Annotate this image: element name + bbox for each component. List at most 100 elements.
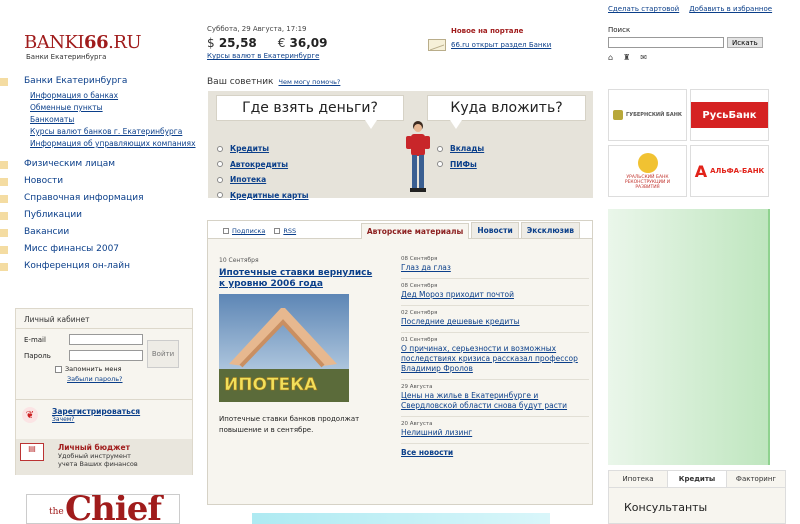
portal-news-item[interactable]: 66.ru открыт раздел Банки	[428, 39, 551, 51]
rss-option[interactable]: RSS	[274, 227, 296, 235]
eur-rate: 36,09	[289, 36, 328, 50]
subscribe-option[interactable]: Подписка	[223, 227, 265, 235]
question-bubble-right: Куда вложить?	[427, 95, 586, 129]
advisor-left-list: Кредиты Автокредиты Ипотека Кредитные ка…	[217, 141, 309, 203]
budget-book-icon: ▤	[20, 443, 44, 461]
article-link[interactable]: Цены на жилье в Екатеринбурге и Свердлов…	[401, 391, 589, 411]
tab-credits[interactable]: Кредиты	[667, 471, 727, 487]
featured-article: 10 Сентября Ипотечные ставки вернулись к…	[219, 257, 379, 436]
rates-link[interactable]: Курсы валют в Екатеринбурге	[207, 52, 327, 60]
email-field[interactable]	[69, 334, 143, 345]
mail-icon[interactable]: ✉	[640, 53, 647, 62]
top-links: Сделать стартовой Добавить в избранное	[608, 5, 798, 13]
chief-small-text: the	[49, 507, 64, 517]
nav-item-publications[interactable]: Публикации	[0, 210, 195, 220]
question-bubble-left: Где взять деньги?	[216, 95, 404, 129]
home-icon[interactable]: ⌂	[608, 53, 613, 62]
bank-logos: ГУБЕРНСКИЙ БАНК РусьБанк УРАЛЬСКИЙ БАНК …	[608, 89, 770, 197]
advisor-link-autocredits[interactable]: Автокредиты	[217, 157, 309, 173]
nav-sub-atms[interactable]: Банкоматы	[30, 114, 195, 126]
cabinet-title: Личный кабинет	[16, 309, 192, 329]
article-link[interactable]: Глаз да глаз	[401, 263, 589, 273]
eur-symbol: €	[277, 36, 286, 50]
nav-sub-rates[interactable]: Курсы валют банков г. Екатеринбурга	[30, 126, 195, 138]
forgot-password-link[interactable]: Забыли пароль?	[16, 375, 192, 383]
bank-logo-alfa[interactable]: А АЛЬФА-БАНК	[690, 145, 769, 197]
left-navigation: Банки Екатеринбурга Информация о банках …	[0, 76, 196, 278]
search-button[interactable]: Искать	[727, 37, 763, 48]
envelope-icon	[428, 39, 446, 51]
nav-submenu-banks: Информация о банках Обменные пункты Банк…	[0, 90, 196, 150]
bottom-banner[interactable]	[252, 513, 550, 524]
advisor-link-mortgage[interactable]: Ипотека	[217, 172, 309, 188]
portal-news-title: Новое на портале	[451, 27, 524, 35]
nav-bullet-icon	[0, 195, 8, 203]
chief-banner[interactable]: the Chief	[26, 494, 180, 524]
advisor-panel: Где взять деньги? Куда вложить? Кредиты …	[208, 91, 593, 200]
nav-item-banks[interactable]: Банки Екатеринбурга	[0, 76, 195, 86]
tab-exclusive[interactable]: Эксклюзив	[520, 222, 580, 238]
advisor-link-credits[interactable]: Кредиты	[217, 141, 309, 157]
nav-item-conference[interactable]: Конференция он-лайн	[0, 261, 195, 271]
bank-logo-ubrr[interactable]: УРАЛЬСКИЙ БАНК РЕКОНСТРУКЦИИ И РАЗВИТИЯ	[608, 145, 687, 197]
alfa-icon: А	[694, 161, 708, 181]
tab-news[interactable]: Новости	[471, 222, 519, 238]
sitemap-icon[interactable]: ♜	[623, 53, 630, 62]
article-link[interactable]: Последние дешевые кредиты	[401, 317, 589, 327]
nav-bullet-icon	[0, 263, 8, 271]
register-block: ❦ Зарегистрироваться Зачем?	[16, 399, 192, 439]
bank-logo-rusbank[interactable]: РусьБанк	[690, 89, 769, 141]
search-block: Поиск Искать ⌂ ♜ ✉	[608, 26, 763, 62]
logo-tagline: Банки Екатеринбурга	[26, 53, 107, 61]
logo-brand: BANKI66.RU	[24, 32, 142, 53]
currency-rates: Суббота, 29 Августа, 17:19 $ 25,58 € 36,…	[207, 25, 327, 60]
nav-item-individuals[interactable]: Физическим лицам	[0, 159, 195, 169]
current-date: Суббота, 29 Августа, 17:19	[207, 25, 307, 33]
subscribe-checkbox[interactable]	[223, 228, 229, 234]
featured-image[interactable]: ИПОТЕКА	[219, 294, 349, 402]
nav-sub-bank-info[interactable]: Информация о банках	[30, 90, 195, 102]
add-favorites-link[interactable]: Добавить в избранное	[689, 5, 772, 13]
tab-author-materials[interactable]: Авторские материалы	[360, 223, 470, 239]
password-field[interactable]	[69, 350, 143, 361]
remember-checkbox[interactable]	[55, 365, 62, 373]
why-register-link[interactable]: Зачем?	[52, 416, 140, 423]
articles-box: Подписка RSS Авторские материалы Новости…	[207, 220, 593, 505]
image-caption: ИПОТЕКА	[224, 375, 318, 395]
article-link[interactable]: О причинах, серьезности и возможных посл…	[401, 344, 589, 374]
list-item: 02 Сентября Последние дешевые кредиты	[401, 310, 589, 333]
featured-title-link[interactable]: Ипотечные ставки вернулись к уровню 2006…	[219, 268, 379, 290]
budget-block[interactable]: ▤ Личный бюджет Удобный инструмент учета…	[16, 439, 192, 475]
ribbon-icon: ❦	[22, 407, 38, 423]
article-link[interactable]: Дед Мороз приходит почтой	[401, 290, 589, 300]
advisor-help-link[interactable]: Чем могу помочь?	[279, 78, 341, 86]
nav-item-news[interactable]: Новости	[0, 176, 195, 186]
tab-factoring[interactable]: Факторинг	[727, 471, 785, 487]
register-link[interactable]: Зарегистрироваться	[52, 407, 140, 416]
search-label: Поиск	[608, 26, 631, 34]
nav-sub-exchange[interactable]: Обменные пункты	[30, 102, 195, 114]
all-news-link[interactable]: Все новости	[401, 448, 589, 457]
personal-cabinet: Личный кабинет E-mail Пароль Войти Запом…	[15, 308, 193, 475]
portal-news-link[interactable]: 66.ru открыт раздел Банки	[451, 41, 551, 49]
make-homepage-link[interactable]: Сделать стартовой	[608, 5, 679, 13]
site-logo[interactable]: BANKI66.RU Банки Екатеринбурга	[24, 32, 142, 61]
advisor-link-funds[interactable]: ПИФы	[437, 157, 484, 173]
rates-row: $ 25,58 € 36,09	[207, 36, 327, 50]
budget-title: Личный бюджет	[58, 443, 130, 452]
advisor-link-deposits[interactable]: Вклады	[437, 141, 484, 157]
nav-item-reference[interactable]: Справочная информация	[0, 193, 195, 203]
nav-item-miss-finance[interactable]: Мисс финансы 2007	[0, 244, 195, 254]
side-banner[interactable]	[608, 209, 770, 465]
nav-item-vacancies[interactable]: Вакансии	[0, 227, 195, 237]
advisor-link-credit-cards[interactable]: Кредитные карты	[217, 188, 309, 204]
search-input[interactable]	[608, 37, 724, 48]
bank-logo-gubernsky[interactable]: ГУБЕРНСКИЙ БАНК	[608, 89, 687, 141]
tab-mortgage[interactable]: Ипотека	[609, 471, 667, 487]
chief-big-text: Chief	[65, 494, 162, 524]
article-link[interactable]: Нелишний лизинг	[401, 428, 589, 438]
list-item: 08 Сентября Дед Мороз приходит почтой	[401, 283, 589, 306]
nav-sub-management[interactable]: Информация об управляющих компаниях	[30, 138, 196, 150]
login-button[interactable]: Войти	[147, 340, 179, 368]
password-label: Пароль	[24, 351, 51, 360]
